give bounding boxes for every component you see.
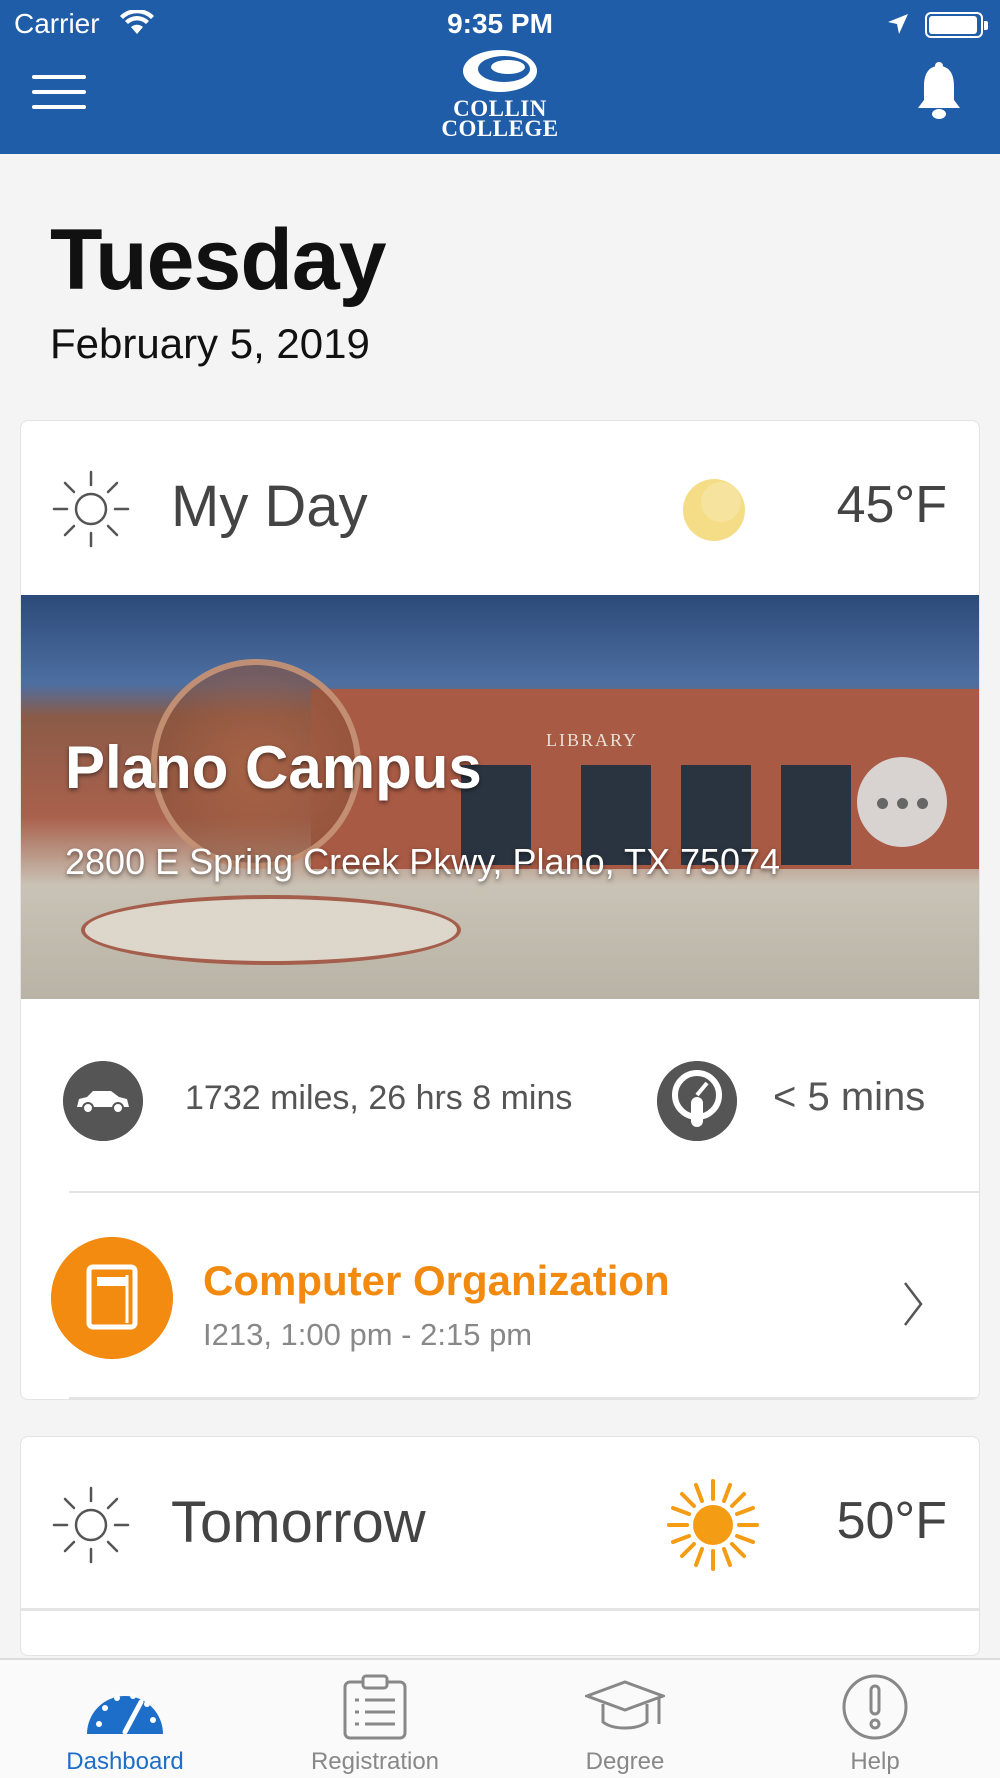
tab-label: Degree [585,1748,665,1775]
moon-icon [683,479,745,541]
my-day-header: My Day 45°F [21,421,979,595]
tab-label: Dashboard [66,1748,184,1775]
campus-banner[interactable]: LIBRARY Plano Campus 2800 E Spring Creek… [21,595,979,999]
bell-icon[interactable] [916,62,962,124]
car-icon [63,1061,143,1141]
tab-registration[interactable]: Registration [250,1660,500,1778]
class-details: I213, 1:00 pm - 2:15 pm [203,1317,533,1352]
status-bar: Carrier 9:35 PM [0,0,1000,50]
tab-bar: Dashboard Registration Degree Help [0,1658,1000,1778]
plaza-planter [81,895,461,965]
more-dot [877,798,888,809]
status-time: 9:35 PM [447,8,553,39]
walking-time-gauge-icon [657,1061,737,1141]
chevron-right-icon [904,1282,923,1326]
logo-swoosh-icon [463,50,537,92]
building-window [781,765,851,865]
graduation-cap-icon [585,1680,665,1730]
menu-button[interactable] [32,75,86,111]
sun-outline-icon [52,1486,130,1564]
campus-name: Plano Campus [65,734,482,801]
tomorrow-header: Tomorrow 50°F [21,1437,979,1611]
tomorrow-title: Tomorrow [171,1490,426,1555]
book-icon [51,1237,173,1359]
tab-label: Help [850,1748,900,1775]
divider [69,1397,979,1399]
speedometer-icon [87,1693,163,1735]
more-options-button[interactable] [857,757,947,847]
campus-address[interactable]: 2800 E Spring Creek Pkwy, Plano, TX 7507… [65,841,780,883]
my-day-title: My Day [171,474,368,539]
tab-dashboard[interactable]: Dashboard [0,1660,250,1778]
tab-help[interactable]: Help [750,1660,1000,1778]
sun-icon [667,1479,759,1571]
battery-icon [925,12,988,38]
walk-time: < 5 mins [773,1075,926,1119]
tomorrow-temperature: 50°F [836,1492,947,1550]
location-arrow-icon [888,14,908,34]
my-day-temperature: 45°F [836,476,947,534]
college-logo: COLLIN COLLEGE [430,48,570,148]
tab-label: Registration [310,1748,440,1775]
full-date: February 5, 2019 [50,320,370,367]
library-sign: LIBRARY [546,730,639,750]
menu-line [32,105,86,109]
menu-line [32,75,86,79]
sun-outline-icon [52,470,130,548]
tab-degree[interactable]: Degree [500,1660,750,1778]
my-day-card: My Day 45°F LIBRARY Plano Campus 2800 E … [20,420,980,1400]
more-dot [897,798,908,809]
date-header: Tuesday February 5, 2019 [50,210,387,368]
class-title: Computer Organization [203,1257,670,1304]
class-list-item[interactable]: Computer Organization I213, 1:00 pm - 2:… [21,1193,979,1399]
top-bar: Carrier 9:35 PM COLLIN COLLEGE [0,0,1000,154]
exclamation-icon [842,1674,908,1740]
more-dot [917,798,928,809]
tomorrow-card: Tomorrow 50°F [20,1436,980,1656]
clipboard-icon [343,1674,407,1740]
logo-text-line2: COLLEGE [441,116,559,141]
day-of-week: Tuesday [50,212,387,308]
menu-line [32,90,86,94]
travel-info-row: 1732 miles, 26 hrs 8 mins < 5 mins [21,999,979,1191]
drive-distance-time: 1732 miles, 26 hrs 8 mins [185,1079,573,1117]
